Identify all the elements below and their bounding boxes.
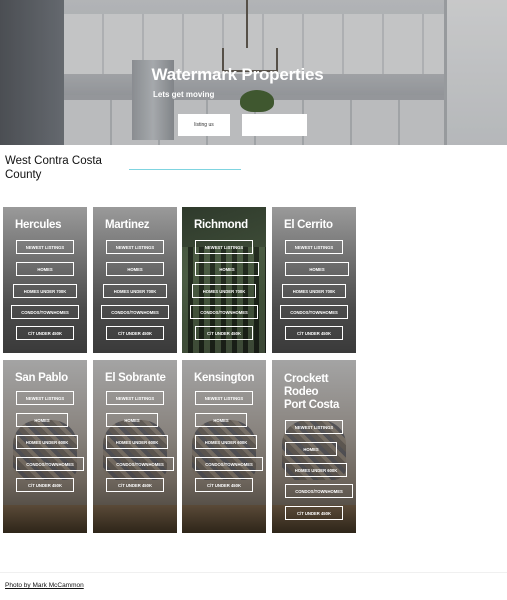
link-ct-under[interactable]: C/T UNDER 450K bbox=[16, 326, 74, 340]
link-homes-under[interactable]: HOMES UNDER 600K bbox=[285, 463, 347, 477]
site-tagline: Lets get moving bbox=[153, 90, 215, 99]
city-card-el-sobrante: El Sobrante NEWEST LISTINGS HOMES HOMES … bbox=[93, 360, 177, 533]
link-homes[interactable]: HOMES bbox=[106, 262, 164, 276]
link-homes[interactable]: HOMES bbox=[106, 413, 158, 427]
link-homes[interactable]: HOMES bbox=[16, 262, 74, 276]
link-homes[interactable]: HOMES bbox=[16, 413, 68, 427]
link-homes[interactable]: HOMES bbox=[195, 262, 259, 276]
hero-secondary-button[interactable] bbox=[242, 114, 307, 136]
city-card-san-pablo: San Pablo NEWEST LISTINGS HOMES HOMES UN… bbox=[3, 360, 87, 533]
link-homes[interactable]: HOMES bbox=[285, 262, 349, 276]
link-homes[interactable]: HOMES bbox=[285, 442, 337, 456]
link-ct-under[interactable]: C/T UNDER 450K bbox=[106, 478, 164, 492]
link-homes-under[interactable]: HOMES UNDER 600K bbox=[16, 435, 78, 449]
region-divider bbox=[129, 169, 241, 170]
link-homes-under[interactable]: HOMES UNDER 600K bbox=[195, 435, 257, 449]
link-condos-townhomes[interactable]: CONDOS/TOWNHOMES bbox=[280, 305, 348, 319]
link-condos-townhomes[interactable]: CONDOS/TOWNHOMES bbox=[101, 305, 169, 319]
link-condos-townhomes[interactable]: CONDOS/TOWNHOMES bbox=[106, 457, 174, 471]
card-title: San Pablo bbox=[15, 372, 68, 384]
link-homes[interactable]: HOMES bbox=[195, 413, 247, 427]
site-title: Watermark Properties bbox=[151, 65, 324, 84]
link-newest-listings[interactable]: NEWEST LISTINGS bbox=[195, 391, 253, 405]
city-card-el-cerrito: El Cerrito NEWEST LISTINGS HOMES HOMES U… bbox=[272, 207, 356, 353]
link-homes-under[interactable]: HOMES UNDER 700K bbox=[282, 284, 346, 298]
link-ct-under[interactable]: C/T UNDER 450K bbox=[285, 506, 343, 520]
link-homes-under[interactable]: HOMES UNDER 700K bbox=[103, 284, 167, 298]
link-homes-under[interactable]: HOMES UNDER 600K bbox=[106, 435, 168, 449]
link-condos-townhomes[interactable]: CONDOS/TOWNHOMES bbox=[16, 457, 84, 471]
link-newest-listings[interactable]: NEWEST LISTINGS bbox=[16, 391, 74, 405]
city-card-martinez: Martinez NEWEST LISTINGS HOMES HOMES UND… bbox=[93, 207, 177, 353]
link-homes-under[interactable]: HOMES UNDER 700K bbox=[192, 284, 256, 298]
link-ct-under[interactable]: C/T UNDER 450K bbox=[195, 326, 253, 340]
card-title: El Sobrante bbox=[105, 372, 166, 384]
link-newest-listings[interactable]: NEWEST LISTINGS bbox=[106, 391, 164, 405]
listing-button[interactable]: listing us bbox=[178, 114, 230, 136]
region-title: West Contra Costa County bbox=[5, 155, 102, 181]
card-title: El Cerrito bbox=[284, 219, 333, 231]
card-title: Martinez bbox=[105, 219, 150, 231]
card-title-line: Rodeo bbox=[284, 386, 319, 398]
link-ct-under[interactable]: C/T UNDER 450K bbox=[106, 326, 164, 340]
card-title-line: Port Costa bbox=[284, 399, 340, 411]
footer-divider bbox=[0, 572, 507, 573]
link-newest-listings[interactable]: NEWEST LISTINGS bbox=[285, 420, 343, 434]
link-homes-under[interactable]: HOMES UNDER 700K bbox=[13, 284, 77, 298]
link-ct-under[interactable]: C/T UNDER 450K bbox=[16, 478, 74, 492]
card-title: Kensington bbox=[194, 372, 255, 384]
link-newest-listings[interactable]: NEWEST LISTINGS bbox=[195, 240, 253, 254]
city-card-hercules: Hercules NEWEST LISTINGS HOMES HOMES UND… bbox=[3, 207, 87, 353]
link-condos-townhomes[interactable]: CONDOS/TOWNHOMES bbox=[285, 484, 353, 498]
link-condos-townhomes[interactable]: CONDOS/TOWNHOMES bbox=[190, 305, 258, 319]
city-card-crockett-rodeo-port-costa: Crockett Rodeo Port Costa NEWEST LISTING… bbox=[272, 360, 356, 533]
city-card-richmond: Richmond NEWEST LISTINGS HOMES HOMES UND… bbox=[182, 207, 266, 353]
hero-banner: Watermark Properties Lets get moving lis… bbox=[0, 0, 507, 145]
card-title: Crockett Rodeo Port Costa bbox=[284, 373, 339, 412]
card-title: Richmond bbox=[194, 219, 248, 231]
link-ct-under[interactable]: C/T UNDER 450K bbox=[195, 478, 253, 492]
link-condos-townhomes[interactable]: CONDOS/TOWNHOMES bbox=[195, 457, 263, 471]
city-card-kensington: Kensington NEWEST LISTINGS HOMES HOMES U… bbox=[182, 360, 266, 533]
card-title-line: Crockett bbox=[284, 373, 329, 385]
link-condos-townhomes[interactable]: CONDOS/TOWNHOMES bbox=[11, 305, 79, 319]
link-newest-listings[interactable]: NEWEST LISTINGS bbox=[106, 240, 164, 254]
link-newest-listings[interactable]: NEWEST LISTINGS bbox=[16, 240, 74, 254]
link-newest-listings[interactable]: NEWEST LISTINGS bbox=[285, 240, 343, 254]
card-title: Hercules bbox=[15, 219, 62, 231]
link-ct-under[interactable]: C/T UNDER 450K bbox=[285, 326, 343, 340]
photo-credit-link[interactable]: Photo by Mark McCammon bbox=[5, 582, 84, 589]
